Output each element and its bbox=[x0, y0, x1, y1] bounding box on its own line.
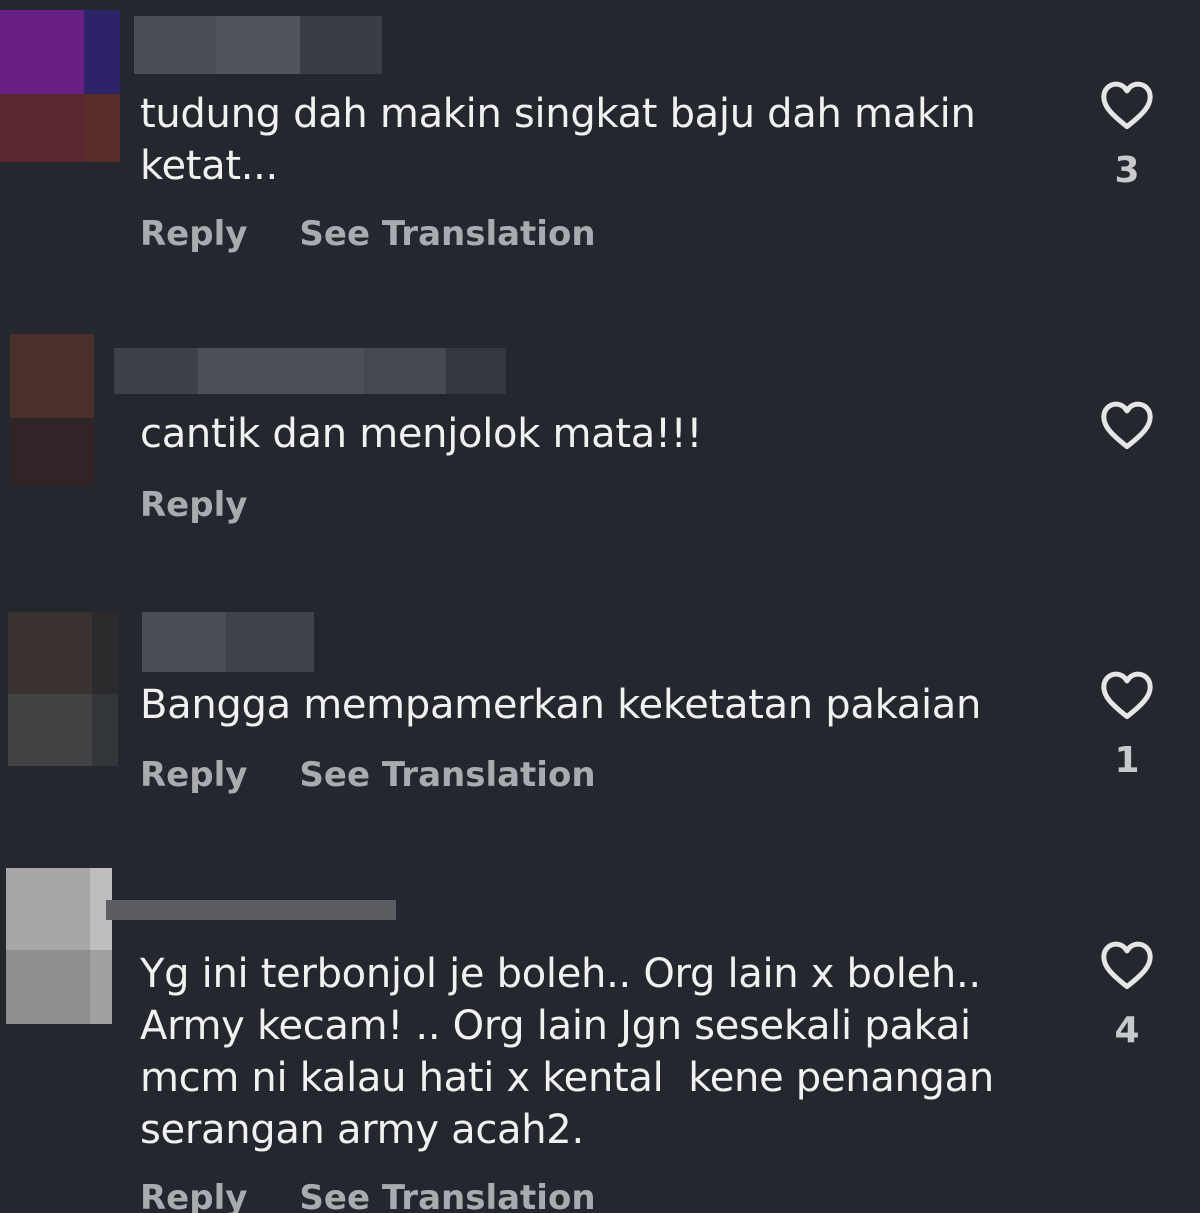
username-pixelated[interactable] bbox=[114, 348, 506, 394]
like-control: 3 bbox=[1098, 80, 1156, 191]
avatar[interactable] bbox=[10, 334, 94, 486]
heart-outline-icon[interactable] bbox=[1098, 400, 1156, 450]
like-count: 4 bbox=[1114, 1010, 1140, 1051]
comment-text: tudung dah makin singkat baju dah makin … bbox=[140, 91, 976, 189]
reply-button[interactable]: Reply bbox=[140, 1178, 247, 1213]
avatar[interactable] bbox=[0, 10, 120, 162]
comment-text: Bangga mempamerkan keketatan pakaian bbox=[140, 682, 982, 728]
like-control bbox=[1098, 400, 1156, 450]
heart-outline-icon[interactable] bbox=[1098, 940, 1156, 990]
reply-button[interactable]: Reply bbox=[140, 214, 247, 254]
comment-text: cantik dan menjolok mata!!! bbox=[140, 411, 703, 457]
username-pixelated[interactable] bbox=[106, 900, 396, 920]
see-translation-button[interactable]: See Translation bbox=[299, 1178, 595, 1213]
like-control: 1 bbox=[1098, 670, 1156, 781]
avatar[interactable] bbox=[6, 868, 112, 1024]
reply-button[interactable]: Reply bbox=[140, 485, 247, 525]
see-translation-button[interactable]: See Translation bbox=[299, 755, 595, 795]
heart-outline-icon[interactable] bbox=[1098, 80, 1156, 130]
reply-button[interactable]: Reply bbox=[140, 755, 247, 795]
like-count: 3 bbox=[1114, 150, 1140, 191]
comment-text: Yg ini terbonjol je boleh.. Org lain x b… bbox=[140, 951, 994, 1153]
like-count: 1 bbox=[1114, 740, 1140, 781]
comment-actions: Reply See Translation bbox=[140, 214, 596, 254]
username-pixelated[interactable] bbox=[142, 612, 314, 672]
username-pixelated[interactable] bbox=[134, 16, 382, 74]
comment-actions: Reply bbox=[140, 485, 299, 525]
comment-actions: Reply See Translation bbox=[140, 755, 596, 795]
comment-actions: Reply See Translation bbox=[140, 1178, 596, 1213]
like-control: 4 bbox=[1098, 940, 1156, 1051]
avatar[interactable] bbox=[8, 612, 118, 766]
see-translation-button[interactable]: See Translation bbox=[299, 214, 595, 254]
heart-outline-icon[interactable] bbox=[1098, 670, 1156, 720]
